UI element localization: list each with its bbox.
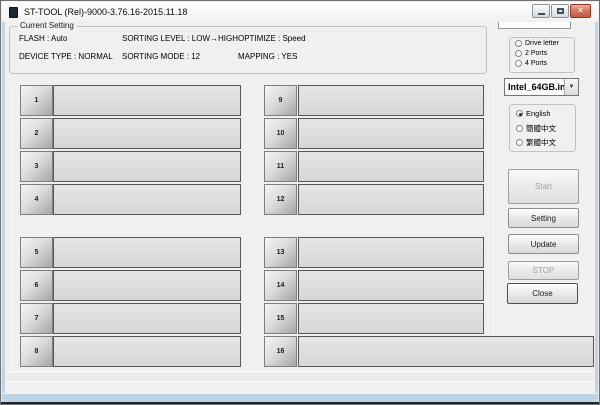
slot-panel-8 <box>53 336 241 367</box>
stop-button[interactable]: STOP <box>508 261 579 280</box>
radio-simplified-chinese[interactable]: 簡體中文 <box>516 123 556 134</box>
radio-4-ports[interactable]: 4 Ports <box>515 60 547 67</box>
setting-flash: FLASH : Auto <box>19 34 67 43</box>
slot-button-8[interactable]: 8 <box>20 336 53 367</box>
maximize-button[interactable] <box>551 4 569 18</box>
radio-simplified-chinese-icon <box>516 125 523 132</box>
window-frame-left <box>2 21 5 402</box>
slot-button-14[interactable]: 14 <box>264 270 297 301</box>
radio-english-label: English <box>526 109 551 118</box>
slot-button-5[interactable]: 5 <box>20 237 53 268</box>
setting-optimize: OPTIMIZE : Speed <box>238 34 306 43</box>
slot-button-1[interactable]: 1 <box>20 85 53 116</box>
window-frame-right <box>595 21 598 402</box>
radio-2-ports[interactable]: 2 Ports <box>515 50 547 57</box>
slot-button-13[interactable]: 13 <box>264 237 297 268</box>
current-setting-label: Current Setting <box>17 21 77 31</box>
window-frame-bottom <box>2 393 598 402</box>
slot-button-6[interactable]: 6 <box>20 270 53 301</box>
title-bar: ST-TOOL (Rel)-9000-3.76.16-2015.11.18 ✕ <box>2 2 598 22</box>
radio-2-ports-label: 2 Ports <box>525 50 547 57</box>
close-button[interactable]: Close <box>507 283 578 304</box>
slot-button-15[interactable]: 15 <box>264 303 297 334</box>
window-frame-edge <box>1 402 599 404</box>
slot-panel-16 <box>298 336 594 367</box>
slot-panel-13 <box>298 237 484 268</box>
chevron-down-icon[interactable]: ▼ <box>564 79 578 95</box>
slot-panel-9 <box>298 85 484 116</box>
radio-4-ports-icon <box>515 60 522 67</box>
slots-frame-line-right <box>493 85 494 335</box>
ini-file-dropdown[interactable]: Intel_64GB.ini ▼ <box>504 78 579 96</box>
radio-traditional-chinese[interactable]: 繁體中文 <box>516 137 556 148</box>
setting-sorting-mode: SORTING MODE : 12 <box>122 52 200 61</box>
minimize-button[interactable] <box>532 4 550 18</box>
slot-panel-14 <box>298 270 484 301</box>
radio-drive-letter[interactable]: Drive letter <box>515 40 559 47</box>
bottom-divider-lower <box>4 381 596 382</box>
slot-button-7[interactable]: 7 <box>20 303 53 334</box>
app-icon <box>9 7 18 18</box>
slot-panel-10 <box>298 118 484 149</box>
slot-panel-7 <box>53 303 241 334</box>
slot-button-16[interactable]: 16 <box>264 336 297 367</box>
window-controls: ✕ <box>532 4 591 18</box>
slot-panel-15 <box>298 303 484 334</box>
radio-4-ports-label: 4 Ports <box>525 60 547 67</box>
radio-english[interactable]: English <box>516 109 551 118</box>
close-icon: ✕ <box>577 7 584 15</box>
slots-frame-line-left <box>11 85 12 373</box>
bottom-strip <box>4 373 596 381</box>
setting-sorting-level: SORTING LEVEL : LOW→HIGH <box>122 34 238 43</box>
maximize-icon <box>557 8 564 14</box>
radio-drive-letter-label: Drive letter <box>525 40 559 47</box>
slot-panel-2 <box>53 118 241 149</box>
setting-device-type: DEVICE TYPE : NORMAL <box>19 52 113 61</box>
slot-panel-5 <box>53 237 241 268</box>
slot-button-12[interactable]: 12 <box>264 184 297 215</box>
slot-button-9[interactable]: 9 <box>264 85 297 116</box>
slot-panel-4 <box>53 184 241 215</box>
update-button[interactable]: Update <box>508 234 579 254</box>
ini-file-value: Intel_64GB.ini <box>505 79 564 95</box>
radio-english-icon <box>516 110 523 117</box>
bottom-divider-upper <box>4 371 596 372</box>
radio-traditional-chinese-icon <box>516 139 523 146</box>
slot-button-4[interactable]: 4 <box>20 184 53 215</box>
window-title: ST-TOOL (Rel)-9000-3.76.16-2015.11.18 <box>24 7 187 17</box>
slot-button-10[interactable]: 10 <box>264 118 297 149</box>
radio-drive-letter-icon <box>515 40 522 47</box>
slot-panel-1 <box>53 85 241 116</box>
radio-simplified-chinese-label: 簡體中文 <box>526 123 556 134</box>
slot-button-11[interactable]: 11 <box>264 151 297 182</box>
slot-button-2[interactable]: 2 <box>20 118 53 149</box>
app-window: ST-TOOL (Rel)-9000-3.76.16-2015.11.18 ✕ … <box>0 0 600 405</box>
start-button[interactable]: Start <box>508 169 579 204</box>
slot-panel-11 <box>298 151 484 182</box>
slot-panel-6 <box>53 270 241 301</box>
radio-traditional-chinese-label: 繁體中文 <box>526 137 556 148</box>
setting-mapping: MAPPING : YES <box>238 52 297 61</box>
minimize-icon <box>538 13 545 15</box>
close-window-button[interactable]: ✕ <box>570 4 591 18</box>
setting-button[interactable]: Setting <box>508 208 579 228</box>
slot-panel-12 <box>298 184 484 215</box>
slot-panel-3 <box>53 151 241 182</box>
radio-2-ports-icon <box>515 50 522 57</box>
slot-button-3[interactable]: 3 <box>20 151 53 182</box>
